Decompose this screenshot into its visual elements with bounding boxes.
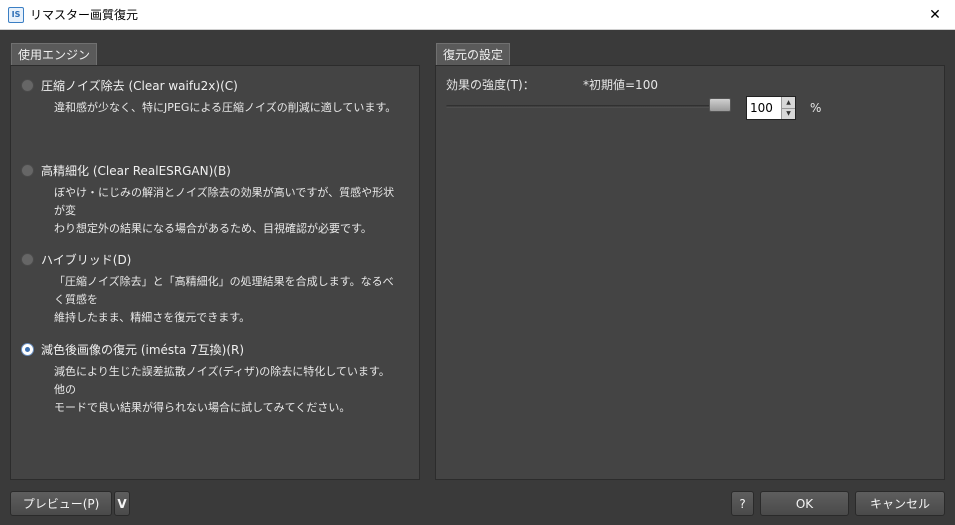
spin-up-icon[interactable]: ▲	[781, 97, 795, 108]
strength-value-input[interactable]: 100	[747, 97, 781, 119]
radio-waifu2x[interactable]	[21, 79, 34, 92]
strength-slider-thumb[interactable]	[709, 98, 731, 112]
tab-engine-label: 使用エンジン	[18, 48, 91, 62]
engine-option-realesrgan[interactable]: 高精細化 (Clear RealESRGAN)(B) ぼやけ・にじみの解消とノイ…	[21, 162, 399, 238]
option-description: 減色により生じた誤差拡散ノイズ(ディザ)の除去に特化しています。他の モードで良…	[54, 363, 399, 417]
spin-down-icon[interactable]: ▼	[781, 107, 795, 119]
strength-spinbox[interactable]: 100 ▲ ▼	[746, 96, 796, 120]
title-bar: IS リマスター画質復元 ✕	[0, 0, 955, 30]
option-label: 圧縮ノイズ除去 (Clear waifu2x)(C)	[41, 79, 238, 93]
close-icon: ✕	[929, 7, 941, 23]
chevron-down-icon: V	[117, 496, 127, 511]
option-description: 「圧縮ノイズ除去」と「高精細化」の処理結果を合成します。なるべく質感を 維持した…	[54, 273, 399, 327]
preview-button-label: プレビュー(P)	[22, 497, 100, 511]
strength-label: 効果の強度(T)：	[446, 78, 535, 92]
option-desc-line: 「圧縮ノイズ除去」と「高精細化」の処理結果を合成します。なるべく質感を	[54, 275, 394, 306]
preview-button[interactable]: プレビュー(P)	[10, 491, 112, 516]
option-desc-line: わり想定外の結果になる場合があるため、目視確認が必要です。	[54, 222, 372, 235]
engine-option-hybrid[interactable]: ハイブリッド(D) 「圧縮ノイズ除去」と「高精細化」の処理結果を合成します。なる…	[21, 251, 399, 327]
tab-engine: 使用エンジン	[11, 43, 98, 65]
help-icon: ?	[739, 496, 746, 511]
tab-restore-settings-label: 復元の設定	[443, 48, 504, 62]
cancel-button[interactable]: キャンセル	[855, 491, 945, 516]
option-desc-line: ぼやけ・にじみの解消とノイズ除去の効果が高いですが、質感や形状が変	[54, 186, 395, 217]
option-desc-line: 維持したまま、精細さを復元できます。	[54, 311, 251, 324]
radio-realesrgan[interactable]	[21, 164, 34, 177]
tab-restore-settings: 復元の設定	[436, 43, 511, 65]
ok-button-label: OK	[795, 496, 814, 511]
option-description: 違和感が少なく、特にJPEGによる圧縮ノイズの削減に適しています。	[54, 99, 399, 117]
option-label: 減色後画像の復元 (iméstа 7互換)(R)	[41, 343, 245, 357]
default-value-note: *初期値=100	[583, 78, 658, 92]
preview-dropdown-button[interactable]: V	[114, 491, 130, 516]
option-desc-line: 違和感が少なく、特にJPEGによる圧縮ノイズの削減に適しています。	[54, 101, 397, 114]
option-desc-line: モードで良い結果が得られない場合に試してみてください。	[54, 401, 351, 414]
radio-imesta[interactable]	[21, 343, 34, 356]
help-button[interactable]: ?	[731, 491, 754, 516]
engine-panel: 圧縮ノイズ除去 (Clear waifu2x)(C) 違和感が少なく、特にJPE…	[10, 65, 420, 480]
option-label: 高精細化 (Clear RealESRGAN)(B)	[41, 164, 231, 178]
option-desc-line: 減色により生じた誤差拡散ノイズ(ディザ)の除去に特化しています。他の	[54, 365, 390, 396]
option-label: ハイブリッド(D)	[41, 253, 132, 267]
close-button[interactable]: ✕	[915, 0, 955, 30]
cancel-button-label: キャンセル	[869, 497, 930, 511]
option-description: ぼやけ・にじみの解消とノイズ除去の効果が高いですが、質感や形状が変 わり想定外の…	[54, 184, 399, 238]
ok-button[interactable]: OK	[760, 491, 849, 516]
engine-option-imesta[interactable]: 減色後画像の復元 (iméstа 7互換)(R) 減色により生じた誤差拡散ノイズ…	[21, 341, 399, 417]
settings-panel: 効果の強度(T)： *初期値=100 100 ▲ ▼ %	[435, 65, 945, 480]
spin-arrows: ▲ ▼	[781, 97, 795, 119]
radio-hybrid[interactable]	[21, 253, 34, 266]
strength-slider-track[interactable]	[446, 105, 726, 108]
window-title: リマスター画質復元	[30, 8, 139, 22]
app-icon: IS	[8, 6, 24, 23]
engine-option-waifu2x[interactable]: 圧縮ノイズ除去 (Clear waifu2x)(C) 違和感が少なく、特にJPE…	[21, 77, 399, 117]
unit-label: %	[810, 101, 822, 115]
